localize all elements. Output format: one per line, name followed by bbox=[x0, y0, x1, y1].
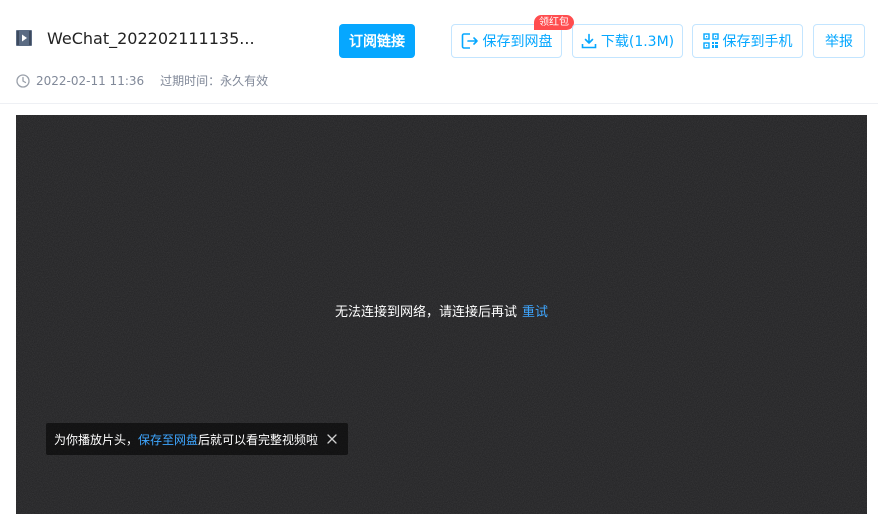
red-packet-badge: 领红包 bbox=[534, 15, 574, 30]
download-label: 下载(1.3M) bbox=[600, 34, 675, 50]
video-player[interactable]: 无法连接到网络，请连接后再试 重试 为你播放片头， 保存至网盘 后就可以看完整视频… bbox=[16, 115, 867, 514]
download-button[interactable]: 下载(1.3M) bbox=[572, 24, 683, 58]
report-button[interactable]: 举报 bbox=[813, 24, 865, 58]
video-file-icon bbox=[16, 30, 32, 46]
share-header: WeChat_202202111135... 订阅链接 保存到网盘 领红包 下载… bbox=[0, 0, 878, 104]
tip-prefix: 为你播放片头， bbox=[54, 432, 139, 447]
network-error-text: 无法连接到网络，请连接后再试 bbox=[334, 305, 517, 320]
qr-code-icon bbox=[702, 33, 719, 49]
save-to-disk-icon bbox=[461, 33, 479, 49]
tip-suffix: 后就可以看完整视频啦 bbox=[198, 432, 319, 447]
share-date: 2022-02-11 11:36 bbox=[36, 73, 145, 88]
intro-playing-tip: 为你播放片头， 保存至网盘 后就可以看完整视频啦 bbox=[46, 423, 349, 455]
subscribe-button[interactable]: 订阅链接 bbox=[339, 24, 415, 58]
retry-link[interactable]: 重试 bbox=[522, 305, 548, 320]
expire-time: 过期时间：永久有效 bbox=[160, 74, 269, 88]
network-error-message: 无法连接到网络，请连接后再试 重试 bbox=[16, 301, 867, 320]
save-to-disk-link[interactable]: 保存至网盘 bbox=[138, 431, 198, 448]
file-name: WeChat_202202111135... bbox=[47, 29, 255, 48]
file-meta: 2022-02-11 11:36 过期时间：永久有效 bbox=[16, 72, 268, 89]
close-icon[interactable] bbox=[326, 433, 338, 445]
save-to-phone-label: 保存到手机 bbox=[722, 34, 793, 50]
download-icon bbox=[581, 33, 597, 49]
save-to-phone-button[interactable]: 保存到手机 bbox=[692, 24, 803, 58]
save-to-disk-label: 保存到网盘 bbox=[482, 34, 553, 50]
clock-icon bbox=[16, 73, 30, 88]
